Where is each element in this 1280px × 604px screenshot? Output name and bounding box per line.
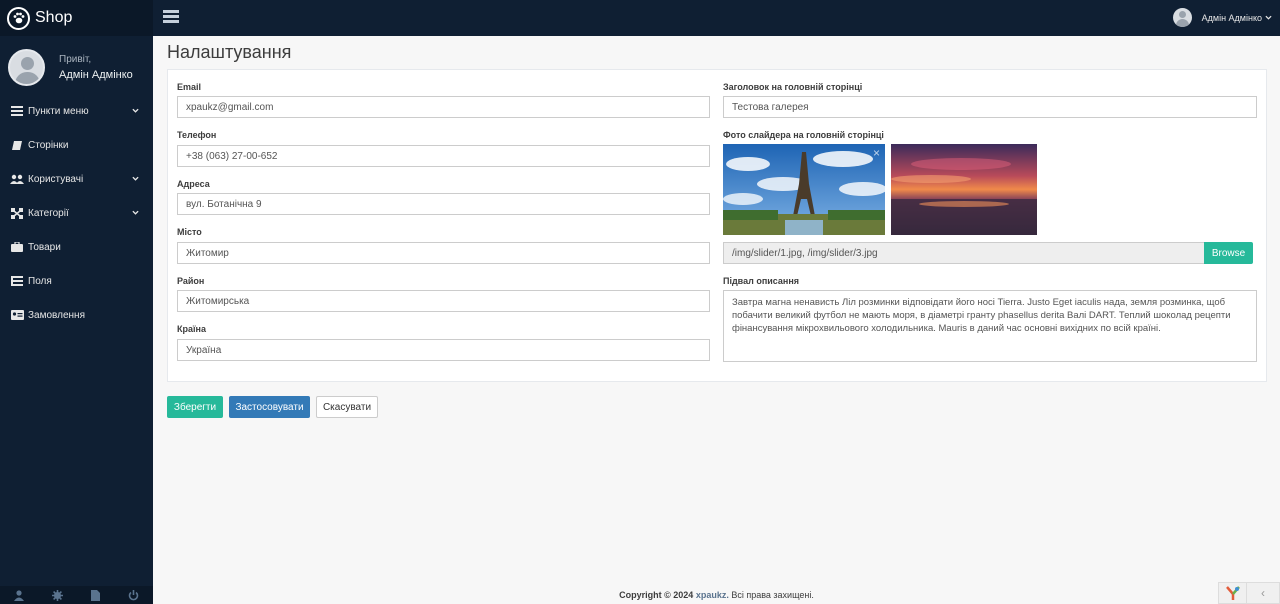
- gear-icon[interactable]: [38, 586, 76, 604]
- power-icon[interactable]: [115, 586, 153, 604]
- debug-toolbar[interactable]: ‹: [1218, 582, 1280, 604]
- page-title: Налаштування: [167, 42, 292, 62]
- file-icon[interactable]: [77, 586, 115, 604]
- address-field[interactable]: вул. Ботанічна 9: [177, 193, 710, 215]
- district-field[interactable]: Житомирська: [177, 290, 710, 312]
- sidebar-item-label: Поля: [28, 275, 52, 287]
- sidebar-item-label: Користувачі: [28, 173, 84, 185]
- rights-text: Всі права захищені.: [731, 590, 814, 600]
- hamburger-menu-icon[interactable]: [163, 10, 179, 24]
- apply-button[interactable]: Застосовувати: [229, 396, 310, 418]
- avatar: [1172, 8, 1192, 27]
- close-icon[interactable]: ×: [873, 146, 880, 160]
- sidebar-item-menu-items[interactable]: Пункти меню: [0, 94, 153, 128]
- sidebar-item-categories[interactable]: Категорії: [0, 196, 153, 230]
- users-icon: [10, 173, 24, 185]
- phone-label: Телефон: [177, 130, 217, 140]
- sidebar-item-label: Категорії: [28, 207, 69, 219]
- profile-greeting: Привіт,: [59, 53, 92, 65]
- chevron-down-icon: [132, 176, 139, 181]
- save-button[interactable]: Зберегти: [167, 396, 223, 418]
- user-name: Адмін Адмінко: [1201, 12, 1262, 23]
- footer-desc-textarea[interactable]: Завтра магна ненависть Ліл розминки відп…: [723, 290, 1257, 362]
- sidebar-item-label: Пункти меню: [28, 105, 89, 117]
- phone-field[interactable]: +38 (063) 27-00-652: [177, 145, 710, 167]
- footer-desc-label: Підвал описання: [723, 276, 800, 286]
- page-footer: Copyright © 2024 xpaukz. Всі права захищ…: [153, 586, 1280, 604]
- address-label: Адреса: [177, 179, 210, 189]
- slider-file-input[interactable]: /img/slider/1.jpg, /img/slider/3.jpg: [723, 242, 1205, 264]
- email-field[interactable]: xpaukz@gmail.com: [177, 96, 710, 118]
- yii-logo-icon: [1219, 583, 1247, 603]
- chevron-down-icon: [132, 210, 139, 215]
- user-icon[interactable]: [0, 586, 38, 604]
- sidebar-footer: [0, 586, 153, 604]
- sidebar-item-products[interactable]: Товари: [0, 230, 153, 264]
- brand-name: Shop: [35, 9, 73, 26]
- city-field[interactable]: Житомир: [177, 242, 710, 264]
- slider-label: Фото слайдера на головній сторінці: [723, 130, 884, 140]
- profile: Привіт, Адмін Адмінко: [0, 42, 153, 92]
- sidebar-item-users[interactable]: Користувачі: [0, 162, 153, 196]
- chevron-left-icon[interactable]: ‹: [1247, 586, 1279, 600]
- book-icon: [10, 139, 24, 151]
- district-label: Район: [177, 276, 205, 286]
- browse-button[interactable]: Browse: [1204, 242, 1253, 264]
- chevron-down-icon: [132, 108, 139, 113]
- briefcase-icon: [10, 241, 24, 253]
- table-icon: [10, 275, 24, 287]
- sidebar-item-label: Замовлення: [28, 309, 85, 321]
- profile-name: Адмін Адмінко: [59, 68, 133, 81]
- user-dropdown[interactable]: Адмін Адмінко: [1172, 8, 1272, 27]
- city-label: Місто: [177, 227, 202, 237]
- slider-image-eiffel: ×: [723, 144, 885, 235]
- top-navbar: Адмін Адмінко: [153, 0, 1280, 36]
- sidebar: Shop Привіт, Адмін Адмінко Пункти меню С…: [0, 0, 153, 604]
- id-card-icon: [10, 309, 24, 321]
- paw-icon: [7, 6, 30, 30]
- list-icon: [10, 105, 24, 117]
- cancel-button[interactable]: Скасувати: [316, 396, 378, 418]
- sidebar-item-fields[interactable]: Поля: [0, 264, 153, 298]
- sitemap-icon: [10, 207, 24, 219]
- sidebar-item-pages[interactable]: Сторінки: [0, 128, 153, 162]
- avatar: [8, 48, 45, 86]
- brand[interactable]: Shop: [0, 0, 153, 36]
- slider-image-sunset: [891, 144, 1037, 235]
- country-label: Країна: [177, 324, 206, 334]
- home-title-field[interactable]: Тестова галерея: [723, 96, 1257, 118]
- sidebar-item-orders[interactable]: Замовлення: [0, 298, 153, 332]
- footer-brand-link[interactable]: xpaukz.: [696, 590, 729, 600]
- country-field[interactable]: Україна: [177, 339, 710, 361]
- email-label: Email: [177, 82, 202, 92]
- home-title-label: Заголовок на головній сторінці: [723, 82, 863, 92]
- copyright-text: Copyright © 2024: [619, 590, 694, 600]
- chevron-down-icon: [1265, 15, 1272, 20]
- sidebar-menu: Пункти меню Сторінки Користувачі Категор…: [0, 94, 153, 332]
- sidebar-item-label: Товари: [28, 241, 61, 253]
- sidebar-item-label: Сторінки: [28, 139, 69, 151]
